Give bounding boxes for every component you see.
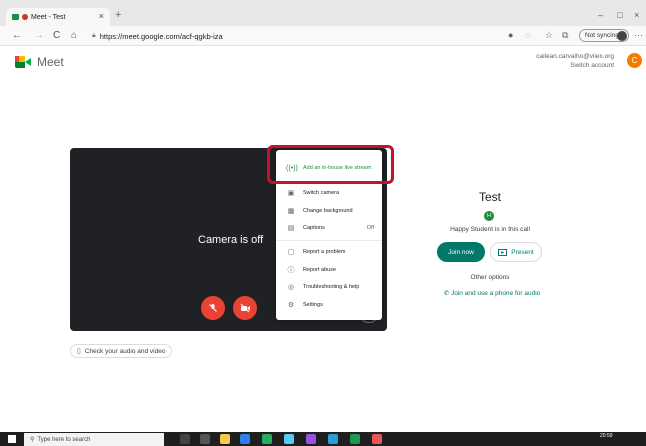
start-button[interactable] bbox=[8, 435, 16, 443]
camera-toggle-button[interactable] bbox=[233, 296, 257, 320]
meet-logo-icon bbox=[15, 56, 31, 68]
in-call-text: Happy Student is in this call bbox=[450, 226, 530, 233]
edge-browser-icon[interactable] bbox=[240, 434, 250, 444]
settings-gear-icon: ⚙ bbox=[287, 302, 295, 309]
other-options-label: Other options bbox=[470, 274, 510, 281]
store-icon[interactable] bbox=[262, 434, 272, 444]
check-audio-video-button[interactable]: ▯ Check your audio and video bbox=[70, 344, 173, 358]
settings-more-icon[interactable]: ··· bbox=[634, 30, 643, 40]
phone-icon: ✆ bbox=[443, 290, 451, 297]
account-email: cailean.carvalho@viiex.org bbox=[536, 53, 614, 60]
menu-divider bbox=[276, 240, 382, 241]
captions-icon: ▤ bbox=[287, 225, 295, 232]
report-problem-icon: ▢ bbox=[287, 249, 295, 256]
menu-item-change-background[interactable]: ▦ Change background bbox=[276, 203, 382, 219]
microphone-permission-icon[interactable]: ● bbox=[508, 30, 513, 40]
meet-favicon-icon bbox=[12, 14, 19, 20]
report-abuse-icon: ⓘ bbox=[287, 267, 295, 274]
captions-state: Off bbox=[366, 225, 374, 231]
account-info: cailean.carvalho@viiex.org Switch accoun… bbox=[536, 52, 614, 70]
profile-avatar bbox=[617, 31, 627, 41]
screen: Meet - Test × + – □ × ← → C ⌂ 🔒︎ https:/… bbox=[0, 0, 646, 446]
file-explorer-icon[interactable] bbox=[220, 434, 230, 444]
join-by-phone-label: Join and use a phone for audio bbox=[451, 290, 541, 297]
address-bar[interactable]: 🔒︎ https://meet.google.com/acf-qgkb-iza bbox=[92, 29, 492, 43]
join-now-button[interactable]: Join now bbox=[437, 242, 485, 262]
menu-item-report-abuse[interactable]: ⓘ Report abuse bbox=[276, 262, 382, 278]
present-label: Present bbox=[511, 248, 534, 256]
teams-icon[interactable] bbox=[306, 434, 316, 444]
camera-off-icon bbox=[240, 303, 250, 313]
menu-item-label: Report abuse bbox=[303, 267, 337, 273]
sync-label: Not syncing bbox=[585, 32, 619, 39]
menu-item-label: Change background bbox=[303, 208, 353, 214]
meeting-title: Test bbox=[478, 190, 501, 204]
background-icon: ▦ bbox=[287, 208, 295, 215]
recording-indicator-icon bbox=[22, 14, 28, 20]
minimize-button[interactable]: – bbox=[598, 10, 603, 20]
new-tab-button[interactable]: + bbox=[115, 9, 121, 21]
menu-item-label: Troubleshooting & help bbox=[303, 284, 360, 290]
windows-taskbar: ⚲ Type here to search 20:59 bbox=[0, 432, 646, 446]
menu-item-label: Report a problem bbox=[303, 249, 346, 255]
meet-app-name: Meet bbox=[37, 55, 64, 69]
menu-item-label: Settings bbox=[303, 302, 323, 308]
search-icon: ⚲ bbox=[30, 437, 35, 443]
taskbar-search-placeholder: Type here to search bbox=[37, 436, 91, 443]
account-avatar[interactable]: C bbox=[627, 53, 642, 68]
microphone-toggle-button[interactable] bbox=[201, 296, 225, 320]
join-by-phone-link[interactable]: ✆ Join and use a phone for audio bbox=[433, 289, 551, 297]
taskbar-app-icon[interactable] bbox=[284, 434, 294, 444]
mic-off-icon bbox=[209, 304, 217, 312]
switch-account-link[interactable]: Switch account bbox=[536, 61, 614, 70]
url-text: https://meet.google.com/acf-qgkb-iza bbox=[99, 31, 223, 41]
menu-item-captions[interactable]: ▤ Captions Off bbox=[276, 220, 382, 236]
camera-off-label: Camera is off bbox=[198, 234, 264, 246]
meet-logo[interactable]: Meet bbox=[15, 55, 64, 69]
read-aloud-icon[interactable]: ◌ bbox=[525, 30, 530, 40]
tab-close-icon[interactable]: × bbox=[99, 11, 104, 21]
task-view-icon[interactable] bbox=[180, 434, 190, 444]
participant-avatar: H bbox=[484, 211, 494, 221]
check-av-label: Check your audio and video bbox=[84, 347, 166, 355]
present-icon: ▸ bbox=[498, 248, 508, 256]
help-icon: ◎ bbox=[287, 284, 295, 291]
outlook-icon[interactable] bbox=[328, 434, 338, 444]
reload-button[interactable]: C bbox=[53, 30, 60, 41]
browser-tab-strip: Meet - Test × + – □ × bbox=[0, 0, 646, 26]
maximize-button[interactable]: □ bbox=[617, 10, 622, 20]
menu-item-label: Captions bbox=[303, 225, 325, 231]
sync-status-button[interactable]: Not syncing bbox=[579, 29, 629, 42]
switch-camera-icon: ▣ bbox=[287, 190, 295, 197]
check-av-icon: ▯ bbox=[77, 348, 81, 355]
menu-item-report-problem[interactable]: ▢ Report a problem bbox=[276, 244, 382, 260]
favorites-star-icon[interactable]: ☆ bbox=[545, 30, 553, 41]
tab-title: Meet - Test bbox=[31, 13, 66, 21]
taskbar-app-icon[interactable] bbox=[200, 434, 210, 444]
browser-tab[interactable]: Meet - Test × bbox=[6, 8, 110, 26]
menu-item-label: Switch camera bbox=[303, 190, 340, 196]
present-button[interactable]: ▸ Present bbox=[490, 242, 542, 262]
home-button[interactable]: ⌂ bbox=[71, 30, 77, 41]
highlight-annotation-box bbox=[267, 145, 394, 184]
close-window-button[interactable]: × bbox=[634, 10, 639, 20]
collections-icon[interactable]: ⧉ bbox=[562, 30, 568, 41]
forward-button[interactable]: → bbox=[34, 30, 44, 41]
chrome-icon[interactable] bbox=[372, 434, 382, 444]
taskbar-search-box[interactable]: ⚲ Type here to search bbox=[24, 433, 164, 446]
excel-icon[interactable] bbox=[350, 434, 360, 444]
back-button[interactable]: ← bbox=[12, 30, 22, 41]
menu-item-troubleshooting[interactable]: ◎ Troubleshooting & help bbox=[276, 279, 382, 295]
address-toolbar: ← → C ⌂ 🔒︎ https://meet.google.com/acf-q… bbox=[0, 26, 646, 46]
menu-item-switch-camera[interactable]: ▣ Switch camera bbox=[276, 185, 382, 201]
menu-item-settings[interactable]: ⚙ Settings bbox=[276, 297, 382, 313]
taskbar-clock: 20:59 bbox=[600, 433, 613, 439]
lock-icon: 🔒︎ bbox=[92, 32, 96, 39]
